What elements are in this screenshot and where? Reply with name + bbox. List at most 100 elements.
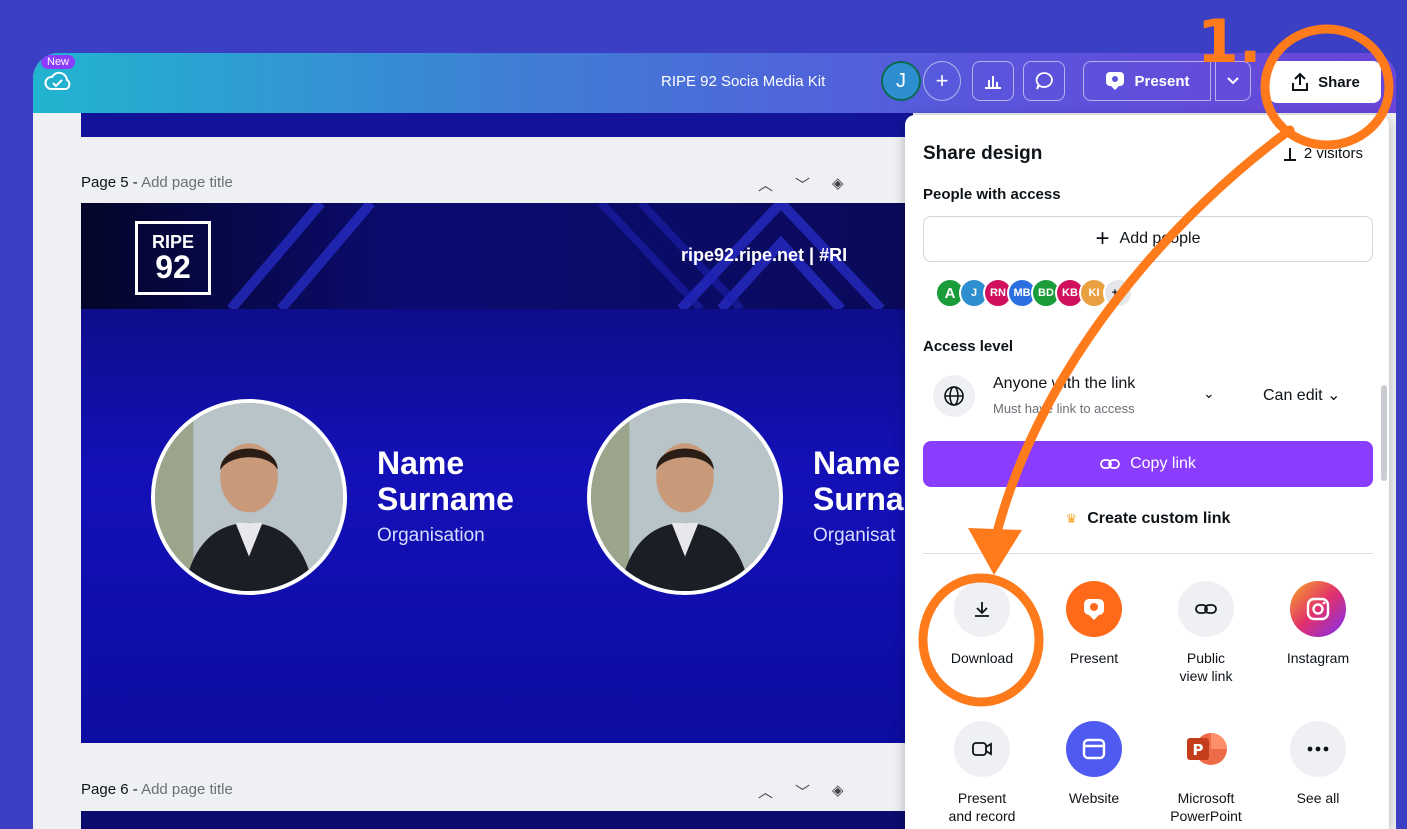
- share-option-present[interactable]: Present: [1039, 581, 1149, 667]
- share-option-label: Present: [1069, 650, 1119, 666]
- chart-icon: [1283, 147, 1296, 161]
- page-6-controls: ︿ ﹀ ◈: [758, 781, 844, 802]
- instagram-icon: [1290, 581, 1346, 637]
- share-option-present-and-record[interactable]: Present and record: [927, 721, 1037, 825]
- comment-icon: [1035, 72, 1053, 90]
- step-number-label: 1.: [1197, 7, 1262, 77]
- bar-chart-icon: [985, 76, 1001, 89]
- move-down-icon[interactable]: ﹀: [795, 781, 810, 802]
- share-panel: Share design 2 visitors People with acce…: [905, 115, 1389, 829]
- share-option-instagram[interactable]: Instagram: [1263, 581, 1373, 667]
- card-1-first-name: Name: [377, 445, 465, 481]
- page-5-label[interactable]: Page 5 - Add page title: [81, 174, 233, 191]
- new-badge: New: [41, 55, 76, 69]
- svg-text:P: P: [1193, 741, 1204, 759]
- add-people-input[interactable]: + Add people: [923, 216, 1373, 262]
- chevron-down-icon: ⌄: [1327, 387, 1341, 404]
- permission-value: Can edit: [1263, 387, 1323, 404]
- present-label: Present: [1134, 72, 1190, 90]
- share-panel-title: Share design: [923, 143, 1043, 164]
- share-option-label-line-2: and record: [948, 808, 1016, 824]
- access-level-label: Access level: [923, 338, 1014, 355]
- link-icon: [1178, 581, 1234, 637]
- insights-button[interactable]: [972, 61, 1014, 101]
- slide-url-text: ripe92.ripe.net | #RI: [681, 245, 848, 265]
- share-option-download[interactable]: Download: [927, 581, 1037, 667]
- person-photo-icon: [591, 403, 779, 591]
- page-6-label[interactable]: Page 6 - Add page title: [81, 781, 233, 798]
- cloud-saved-icon[interactable]: [43, 69, 73, 95]
- permission-dropdown[interactable]: Can edit ⌄: [1263, 385, 1340, 405]
- card-1-organisation: Organisation: [377, 525, 485, 546]
- crown-icon: ♛: [1065, 511, 1078, 526]
- card-1-surname: Surname: [377, 481, 514, 517]
- website-icon: [1066, 721, 1122, 777]
- card-2-organisation: Organisat: [813, 525, 896, 546]
- share-option-label-line-2: PowerPoint: [1170, 808, 1242, 824]
- copy-link-label: Copy link: [1130, 455, 1196, 472]
- hide-page-icon[interactable]: ◈: [832, 781, 844, 802]
- present-button[interactable]: Present: [1083, 61, 1211, 101]
- share-button[interactable]: Share: [1269, 61, 1381, 103]
- plus-icon: +: [1095, 225, 1110, 252]
- visitors-count[interactable]: 2 visitors: [1282, 145, 1363, 162]
- present-icon: [1066, 581, 1122, 637]
- hide-page-icon[interactable]: ◈: [832, 174, 844, 195]
- present-icon: [1106, 72, 1125, 90]
- share-option-label: Public: [1186, 650, 1226, 666]
- collaborator-avatars[interactable]: A J RN MB BD KB KI +1: [935, 278, 1133, 308]
- page-number: Page 6 -: [81, 781, 138, 798]
- visitors-label: 2 visitors: [1303, 145, 1363, 162]
- more-collaborators-badge: +1: [1103, 278, 1133, 308]
- share-option-label: Instagram: [1286, 650, 1350, 666]
- card-1-name: Name Surname: [377, 445, 514, 517]
- share-option-label-line-2: view link: [1179, 668, 1233, 684]
- card-2-first-name: Name: [813, 445, 901, 481]
- previous-page-bottom: [81, 113, 913, 137]
- upload-icon: [1292, 72, 1309, 91]
- page-title-placeholder[interactable]: Add page title: [141, 781, 233, 798]
- chevron-down-icon[interactable]: ⌄: [1203, 385, 1215, 402]
- page-title-placeholder[interactable]: Add page title: [141, 174, 233, 191]
- card-2-surname: Surna: [813, 481, 904, 517]
- user-avatar[interactable]: J: [881, 61, 921, 101]
- link-icon: [1100, 459, 1120, 469]
- copy-link-button[interactable]: Copy link: [923, 441, 1373, 487]
- access-level-description: Must have link to access: [993, 401, 1135, 416]
- custom-link-label: Create custom link: [1087, 510, 1231, 527]
- share-option-label: Website: [1068, 790, 1120, 806]
- comments-button[interactable]: [1023, 61, 1065, 101]
- card-2-name: Name Surna: [813, 445, 904, 517]
- add-collaborator-button[interactable]: +: [923, 61, 961, 101]
- share-option-powerpoint[interactable]: P Microsoft PowerPoint: [1151, 721, 1261, 825]
- divider: [923, 553, 1373, 554]
- move-up-icon[interactable]: ︿: [758, 174, 773, 195]
- share-option-see-all[interactable]: See all: [1263, 721, 1373, 807]
- share-option-public-view-link[interactable]: Public view link: [1151, 581, 1261, 685]
- ripe-92-logo: RIPE 92: [135, 221, 211, 295]
- powerpoint-icon: P: [1178, 721, 1234, 777]
- share-option-website[interactable]: Website: [1039, 721, 1149, 807]
- profile-photo: [151, 399, 347, 595]
- next-slide-top: [81, 811, 913, 829]
- document-title[interactable]: RIPE 92 Socia Media Kit: [661, 73, 825, 90]
- share-option-label: See all: [1296, 790, 1340, 806]
- move-down-icon[interactable]: ﹀: [795, 174, 810, 195]
- move-up-icon[interactable]: ︿: [758, 781, 773, 802]
- page-5-controls: ︿ ﹀ ◈: [758, 174, 844, 195]
- editor-window: New RIPE 92 Socia Media Kit J + Present: [33, 53, 1396, 829]
- people-with-access-label: People with access: [923, 186, 1061, 203]
- globe-icon: [933, 375, 975, 417]
- panel-scrollbar[interactable]: [1381, 385, 1387, 481]
- share-option-label: Microsoft: [1177, 790, 1235, 806]
- share-option-label: Present: [957, 790, 1007, 806]
- access-level-selector[interactable]: Anyone with the link Must have link to a…: [923, 367, 1373, 425]
- top-bar: New RIPE 92 Socia Media Kit J + Present: [33, 53, 1396, 113]
- profile-photo: [587, 399, 783, 595]
- person-photo-icon: [155, 403, 343, 591]
- logo-line-2: 92: [155, 249, 191, 285]
- page-number: Page 5 -: [81, 174, 138, 191]
- create-custom-link-button[interactable]: ♛ Create custom link: [923, 499, 1373, 539]
- record-icon: [954, 721, 1010, 777]
- slide-canvas[interactable]: RIPE 92 ripe92.ripe.net | #RI Name Surna…: [81, 203, 913, 743]
